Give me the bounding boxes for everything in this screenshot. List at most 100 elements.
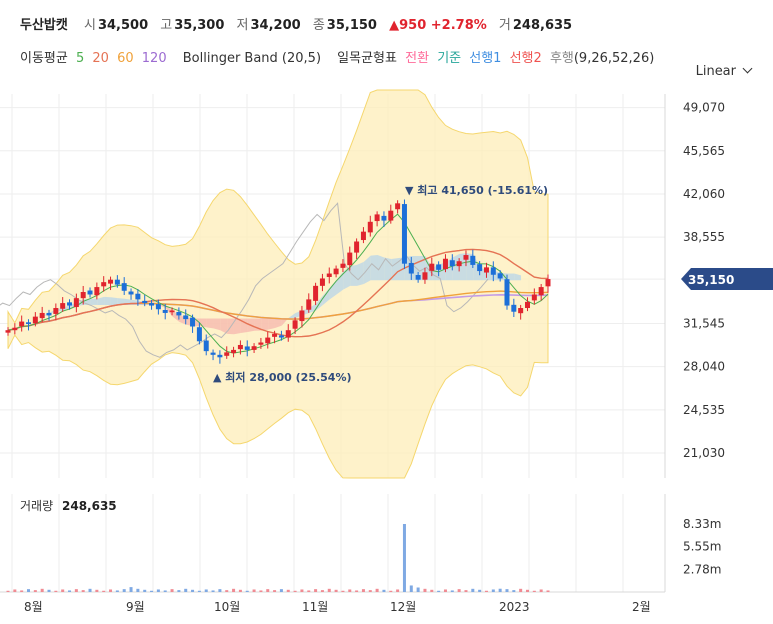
candle-body	[94, 287, 100, 296]
cloud-segment	[104, 296, 111, 305]
y-tick-label: 21,030	[683, 446, 725, 460]
volume-bar	[136, 588, 140, 592]
cloud-segment	[268, 318, 275, 330]
volume-bar	[450, 590, 454, 592]
candle-body	[545, 279, 551, 287]
candle-body	[497, 273, 503, 279]
candle-body	[155, 304, 161, 310]
volume-bar	[47, 589, 51, 592]
cloud-segment	[90, 298, 98, 305]
volume-tick-label: 2.78m	[683, 562, 721, 576]
candle-body	[217, 354, 223, 358]
cloud-segment	[377, 255, 385, 281]
volume-bar	[102, 590, 106, 592]
candle-body	[135, 293, 141, 300]
volume-bar	[143, 589, 147, 592]
candle-body	[26, 322, 32, 325]
candle-body	[524, 301, 530, 309]
volume-bar	[245, 590, 249, 592]
candle-body	[190, 317, 196, 327]
candle-body	[367, 221, 373, 233]
volume-bar	[320, 590, 324, 592]
candle-body	[340, 263, 346, 268]
cloud-segment	[356, 261, 364, 286]
volume-bar	[279, 589, 283, 592]
candle-body	[347, 252, 353, 266]
candle-body	[415, 275, 421, 280]
candle-body	[5, 330, 11, 333]
high-annotation: ▼ 최고 41,650 (-15.61%)	[405, 183, 548, 197]
candle-body	[210, 352, 216, 355]
volume-bar	[334, 589, 338, 592]
candle-body	[87, 290, 93, 295]
candle-body	[436, 264, 442, 270]
volume-bar	[163, 590, 167, 592]
volume-bar	[430, 589, 434, 592]
candle-body	[73, 298, 79, 308]
volume-bar	[54, 590, 58, 592]
volume-bar	[74, 589, 78, 592]
volume-bar	[61, 589, 65, 592]
volume-bar	[252, 589, 256, 592]
volume-bar	[484, 590, 488, 592]
volume-bar	[13, 589, 17, 592]
volume-bar	[40, 588, 44, 592]
candle-body	[319, 278, 325, 286]
volume-bar	[115, 590, 119, 592]
candle-body	[408, 262, 414, 274]
x-tick-label: 10월	[214, 600, 240, 614]
volume-bar	[525, 589, 529, 592]
volume-bar	[355, 590, 359, 592]
volume-bar	[218, 589, 222, 592]
volume-bar	[27, 589, 31, 592]
volume-bar	[191, 589, 195, 592]
candle-body	[224, 352, 230, 356]
candle-body	[470, 255, 476, 265]
cloud-segment	[199, 318, 207, 328]
volume-bar	[361, 589, 365, 592]
candle-body	[292, 320, 298, 329]
candle-body	[374, 214, 380, 222]
volume-bar	[327, 588, 331, 592]
volume-bar	[293, 590, 297, 592]
candle-body	[142, 300, 148, 304]
candle-body	[278, 335, 284, 338]
low-annotation: ▲ 최저 28,000 (25.54%)	[213, 370, 352, 384]
volume-bar	[389, 590, 393, 592]
candle-body	[39, 312, 45, 319]
candle-body	[101, 282, 107, 287]
candle-body	[511, 304, 517, 312]
volume-bar	[539, 589, 543, 592]
candle-body	[504, 279, 510, 306]
volume-bar	[266, 589, 270, 592]
volume-bar	[197, 590, 201, 592]
x-tick-label: 11월	[302, 600, 328, 614]
volume-bar	[464, 590, 468, 592]
cloud-segment	[213, 318, 221, 331]
candle-body	[401, 204, 407, 264]
candle-body	[388, 210, 394, 221]
volume-bar	[402, 524, 406, 592]
candle-body	[483, 267, 489, 273]
y-tick-label: 28,040	[683, 360, 725, 374]
volume-bar	[409, 585, 413, 592]
volume-bar	[396, 589, 400, 592]
volume-pane: 거래량 248,635 8.33m 5.55m 2.78m	[6, 499, 721, 592]
x-tick-label: 8월	[24, 600, 43, 614]
volume-bar	[519, 588, 523, 592]
price-chart[interactable]: ▼ 최고 41,650 (-15.61%) ▲ 최저 28,000 (25.54…	[0, 0, 773, 624]
volume-bar	[437, 590, 441, 592]
candle-body	[258, 342, 264, 345]
candle-body	[360, 231, 366, 241]
candle-body	[108, 279, 114, 284]
candle-body	[12, 327, 18, 331]
candle-body	[149, 303, 155, 306]
cloud-segment	[206, 318, 214, 329]
candle-body	[231, 349, 237, 354]
volume-bar	[314, 589, 318, 592]
y-tick-label: 24,535	[683, 403, 725, 417]
volume-bar	[273, 590, 277, 592]
volume-bar	[238, 589, 242, 592]
y-tick-label: 31,545	[683, 316, 725, 330]
volume-bar	[505, 589, 509, 592]
